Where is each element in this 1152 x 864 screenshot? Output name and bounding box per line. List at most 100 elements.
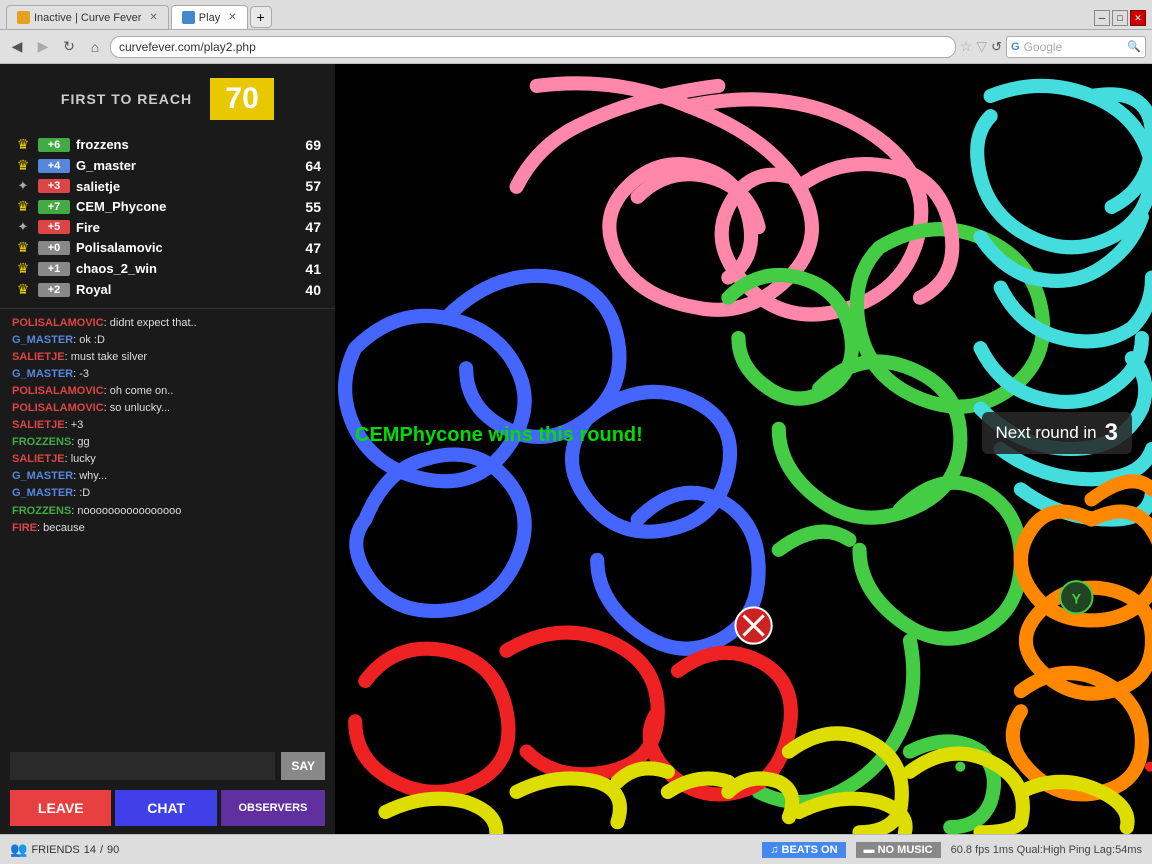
player-row-chaos2win: ♛ +1 chaos_2_win 41 (14, 258, 321, 279)
bottom-buttons: LEAVE CHAT OBSERVERS (0, 785, 335, 834)
chat-name-6: SALIETJE (12, 419, 65, 431)
leave-button[interactable]: LEAVE (10, 790, 111, 826)
player-score-fire: 47 (293, 219, 321, 235)
chat-name-8: SALIETJE (12, 453, 65, 465)
tab-close-play[interactable]: ✕ (228, 12, 236, 23)
crown-icon-cemphycone: ♛ (14, 198, 32, 215)
chat-input[interactable] (10, 752, 275, 780)
chat-name-3: G_MASTER (12, 368, 73, 380)
player-row-fire: ✦ +5 Fire 47 (14, 217, 321, 237)
score-badge-chaos2win: +1 (38, 262, 70, 276)
friends-label: FRIENDS (31, 844, 79, 856)
round-winner-msg: CEMPhycone wins this round! (355, 424, 643, 447)
home-button[interactable]: ⌂ (84, 36, 106, 58)
score-header: FIRST TO REACH 70 (0, 64, 335, 130)
first-to-reach-label: FIRST TO REACH (61, 91, 192, 107)
score-badge-fire: +5 (38, 220, 70, 234)
target-score-badge: 70 (210, 78, 274, 120)
svg-text:Y: Y (1072, 590, 1082, 606)
player-name-frozzens: frozzens (76, 137, 287, 152)
player-name-gmaster: G_master (76, 158, 287, 173)
chat-msg-7: FROZZENS: gg (12, 434, 323, 451)
crown-icon-polisalamovic: ♛ (14, 239, 32, 256)
chat-name-9: G_MASTER (12, 470, 73, 482)
status-bar: 👥 FRIENDS 14 / 90 ♫ BEATS ON ▬ NO MUSIC … (0, 834, 1152, 864)
refresh-button[interactable]: ↻ (58, 36, 80, 58)
players-list: ♛ +6 frozzens 69 ♛ +4 G_master 64 ✦ +3 s… (0, 130, 335, 308)
chat-name-10: G_MASTER (12, 487, 73, 499)
friends-button[interactable]: 👥 FRIENDS 14 / 90 (10, 841, 119, 858)
chat-area: POLISALAMOVIC: didnt expect that.. G_MAS… (0, 308, 335, 747)
search-placeholder: Google (1024, 40, 1124, 54)
chat-text-2: : must take silver (65, 351, 148, 363)
chat-msg-6: SALIETJE: +3 (12, 417, 323, 434)
player-row-frozzens: ♛ +6 frozzens 69 (14, 134, 321, 155)
player-score-cemphycone: 55 (293, 199, 321, 215)
tab-icon-play (182, 11, 195, 24)
player-score-polisalamovic: 47 (293, 240, 321, 256)
search-bar[interactable]: G Google 🔍 (1006, 36, 1146, 58)
tab-label-curvefever: Inactive | Curve Fever (34, 12, 141, 24)
tab-play[interactable]: Play ✕ (171, 5, 248, 29)
browser-titlebar: Inactive | Curve Fever ✕ Play ✕ + ─ □ ✕ (0, 0, 1152, 30)
crown-icon-royal: ♛ (14, 281, 32, 298)
say-button[interactable]: SAY (281, 752, 325, 780)
chat-button[interactable]: CHAT (115, 790, 216, 826)
player-name-salietje: salietje (76, 179, 287, 194)
close-button[interactable]: ✕ (1130, 10, 1146, 26)
friends-total: 90 (107, 844, 119, 856)
score-badge-gmaster: +4 (38, 159, 70, 173)
chat-name-4: POLISALAMOVIC (12, 385, 104, 397)
target-score: 70 (225, 82, 258, 115)
chat-name-2: SALIETJE (12, 351, 65, 363)
game-area: Y CEMPhycone wins this round! Next round… (335, 64, 1152, 834)
beats-on-button[interactable]: ♫ BEATS ON (762, 842, 845, 858)
chat-input-row: SAY (0, 747, 335, 785)
chat-msg-9: G_MASTER: why... (12, 468, 323, 485)
player-name-polisalamovic: Polisalamovic (76, 240, 287, 255)
new-tab-button[interactable]: + (250, 6, 272, 28)
star-button[interactable]: ☆ (960, 38, 973, 55)
chat-msg-12: FIRE: because (12, 520, 323, 537)
player-name-royal: Royal (76, 282, 287, 297)
chat-text-9: : why... (73, 470, 107, 482)
score-badge-polisalamovic: +0 (38, 241, 70, 255)
tab-close-curvefever[interactable]: ✕ (149, 12, 157, 23)
chat-text-11: : noooooooooooooooo (71, 505, 181, 517)
chat-text-5: : so unlucky... (104, 402, 170, 414)
forward-button[interactable]: ▶ (32, 36, 54, 58)
feather-icon-salietje: ✦ (14, 178, 32, 194)
tab-label-play: Play (199, 12, 220, 24)
chat-msg-1: G_MASTER: ok :D (12, 332, 323, 349)
nav-bar: ◀ ▶ ↻ ⌂ curvefever.com/play2.php ☆ ▽ ↺ G… (0, 30, 1152, 64)
maximize-button[interactable]: □ (1112, 10, 1128, 26)
chat-name-1: G_MASTER (12, 334, 73, 346)
score-badge-frozzens: +6 (38, 138, 70, 152)
next-round-overlay: Next round in 3 (982, 412, 1132, 454)
chat-msg-3: G_MASTER: -3 (12, 366, 323, 383)
chat-msg-10: G_MASTER: :D (12, 485, 323, 502)
feather-icon-fire: ✦ (14, 219, 32, 235)
next-round-label: Next round in (996, 423, 1097, 443)
player-score-royal: 40 (293, 282, 321, 298)
tab-curvefever[interactable]: Inactive | Curve Fever ✕ (6, 5, 169, 29)
reload-button[interactable]: ↺ (991, 39, 1002, 55)
chat-name-5: POLISALAMOVIC (12, 402, 104, 414)
rss-button[interactable]: ▽ (976, 38, 987, 55)
chat-name-0: POLISALAMOVIC (12, 317, 104, 329)
score-badge-salietje: +3 (38, 179, 70, 193)
no-music-button[interactable]: ▬ NO MUSIC (856, 842, 941, 858)
score-badge-cemphycone: +7 (38, 200, 70, 214)
chat-msg-0: POLISALAMOVIC: didnt expect that.. (12, 315, 323, 332)
address-bar[interactable]: curvefever.com/play2.php (110, 36, 956, 58)
friends-icon: 👥 (10, 841, 27, 858)
back-button[interactable]: ◀ (6, 36, 28, 58)
chat-msg-8: SALIETJE: lucky (12, 451, 323, 468)
chat-text-4: : oh come on.. (104, 385, 174, 397)
minimize-button[interactable]: ─ (1094, 10, 1110, 26)
observers-button[interactable]: OBSERVERS (221, 790, 325, 826)
chat-name-7: FROZZENS (12, 436, 71, 448)
score-badge-royal: +2 (38, 283, 70, 297)
chat-msg-2: SALIETJE: must take silver (12, 349, 323, 366)
player-score-gmaster: 64 (293, 158, 321, 174)
